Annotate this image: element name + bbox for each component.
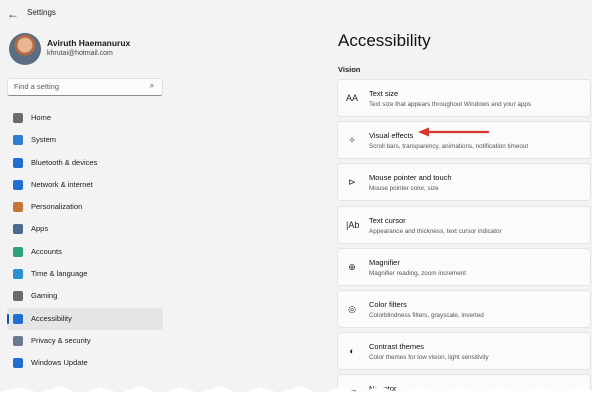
card-title: Text cursor xyxy=(369,215,406,225)
magnifier-icon: ⊕ xyxy=(348,261,356,272)
settings-card-contrast-themes[interactable]: ◐ Contrast themes Color themes for low vis… xyxy=(337,332,591,371)
section-heading-vision: Vision xyxy=(338,65,361,74)
card-description: Magnifier reading, zoom increment xyxy=(369,269,466,277)
profile-name: Aviruth Haemanurux xyxy=(47,38,131,48)
card-description: Colorblindness filters, grayscale, inver… xyxy=(369,311,484,319)
back-arrow-icon[interactable]: ← xyxy=(6,7,20,21)
search-input[interactable]: Find a setting ⌕ xyxy=(7,78,163,96)
settings-card-text-size[interactable]: AA Text size Text size that appears throug… xyxy=(337,79,591,117)
sidebar-item-label: Bluetooth & devices xyxy=(31,157,98,167)
text-size-icon: AA xyxy=(346,93,359,103)
sidebar-item-label: Windows Update xyxy=(31,358,88,368)
brush-icon xyxy=(13,202,23,213)
card-title: Visual effects xyxy=(369,131,414,141)
sidebar-item-label: Personalization xyxy=(31,202,83,212)
sidebar-item-system[interactable]: System xyxy=(7,129,163,151)
shield-icon xyxy=(13,335,23,346)
avatar xyxy=(9,33,41,65)
sidebar-item-bluetooth-devices[interactable]: Bluetooth & devices xyxy=(7,152,163,174)
sidebar-item-windows-update[interactable]: Windows Update xyxy=(7,352,163,374)
card-title: Contrast themes xyxy=(369,342,425,352)
sidebar-item-time-language[interactable]: Time & language xyxy=(7,263,163,285)
controller-icon xyxy=(13,291,23,302)
bluetooth-icon xyxy=(13,157,23,168)
card-title: Narrator xyxy=(369,384,397,392)
profile-email: khrutai@hotmail.com xyxy=(47,50,113,57)
card-description: Text size that appears throughout Window… xyxy=(369,101,532,108)
card-title: Text size xyxy=(369,89,399,98)
color-filter-icon: ◎ xyxy=(348,303,356,314)
sidebar-item-accessibility[interactable]: Accessibility xyxy=(7,307,163,330)
sidebar-item-gaming[interactable]: Gaming xyxy=(7,285,163,307)
sidebar-item-label: Network & internet xyxy=(31,179,93,189)
settings-card-mouse-pointer-and-touch[interactable]: ⊳ Mouse pointer and touch Mouse pointer co… xyxy=(337,163,591,202)
person-icon xyxy=(13,246,23,257)
sidebar-item-label: Gaming xyxy=(31,291,58,301)
card-title: Magnifier xyxy=(369,257,400,267)
annotation-arrow xyxy=(418,127,490,137)
sidebar-item-privacy-security[interactable]: Privacy & security xyxy=(7,330,163,352)
sidebar-item-accounts[interactable]: Accounts xyxy=(7,241,163,263)
card-description: Color themes for low vision, light sensi… xyxy=(369,354,489,362)
narrator-icon: ▣ xyxy=(346,387,358,392)
settings-card-text-cursor[interactable]: |Ab Text cursor Appearance and thickness, … xyxy=(337,205,591,244)
sidebar-item-apps[interactable]: Apps xyxy=(7,218,163,240)
wifi-icon xyxy=(13,179,23,190)
page-title: Accessibility xyxy=(338,31,431,50)
mouse-pointer-icon: ⊳ xyxy=(348,177,356,188)
search-icon[interactable]: ⌕ xyxy=(147,81,157,91)
search-placeholder: Find a setting xyxy=(14,82,60,91)
sidebar-item-personalization[interactable]: Personalization xyxy=(7,196,163,218)
contrast-icon: ◐ xyxy=(349,346,355,357)
settings-card-color-filters[interactable]: ◎ Color filters Colorblindness filters, gr… xyxy=(337,289,591,328)
card-description: Scroll bars, transparency, animations, n… xyxy=(369,143,529,151)
sidebar-item-label: Time & language xyxy=(31,269,88,279)
sidebar-item-label: Privacy & security xyxy=(31,335,91,345)
update-icon xyxy=(13,358,23,369)
sparkle-icon: ✧ xyxy=(348,135,356,146)
sidebar-item-label: Home xyxy=(31,113,52,122)
sidebar-item-label: System xyxy=(31,135,57,145)
sidebar-nav: Home System Bluetooth & devices Network & i… xyxy=(7,107,163,375)
settings-card-narrator[interactable]: ▣NarratorVoice, verbosity, keyboard, bra… xyxy=(337,374,591,392)
window-title: Settings xyxy=(27,8,56,17)
sidebar-item-label: Accounts xyxy=(31,246,62,256)
sidebar-item-home[interactable]: Home xyxy=(7,107,163,129)
globe-clock-icon xyxy=(13,269,23,280)
card-description: Mouse pointer color, size xyxy=(369,185,439,193)
card-title: Color filters xyxy=(369,299,407,309)
card-title: Mouse pointer and touch xyxy=(369,173,452,183)
accessibility-icon xyxy=(13,313,23,324)
home-icon xyxy=(13,113,23,123)
title-bar: ← Settings xyxy=(0,0,592,28)
text-cursor-icon: |Ab xyxy=(346,219,360,230)
sidebar-item-network-internet[interactable]: Network & internet xyxy=(7,174,163,196)
settings-card-magnifier[interactable]: ⊕ Magnifier Magnifier reading, zoom increm… xyxy=(337,247,591,286)
sidebar-item-label: Accessibility xyxy=(31,313,72,323)
system-icon xyxy=(13,135,23,146)
card-description: Appearance and thickness, text cursor in… xyxy=(369,227,502,235)
settings-window: ← Settings Aviruth Haemanurux khrutai@ho… xyxy=(0,0,592,392)
apps-icon xyxy=(13,224,23,235)
sidebar-item-label: Apps xyxy=(31,224,49,234)
